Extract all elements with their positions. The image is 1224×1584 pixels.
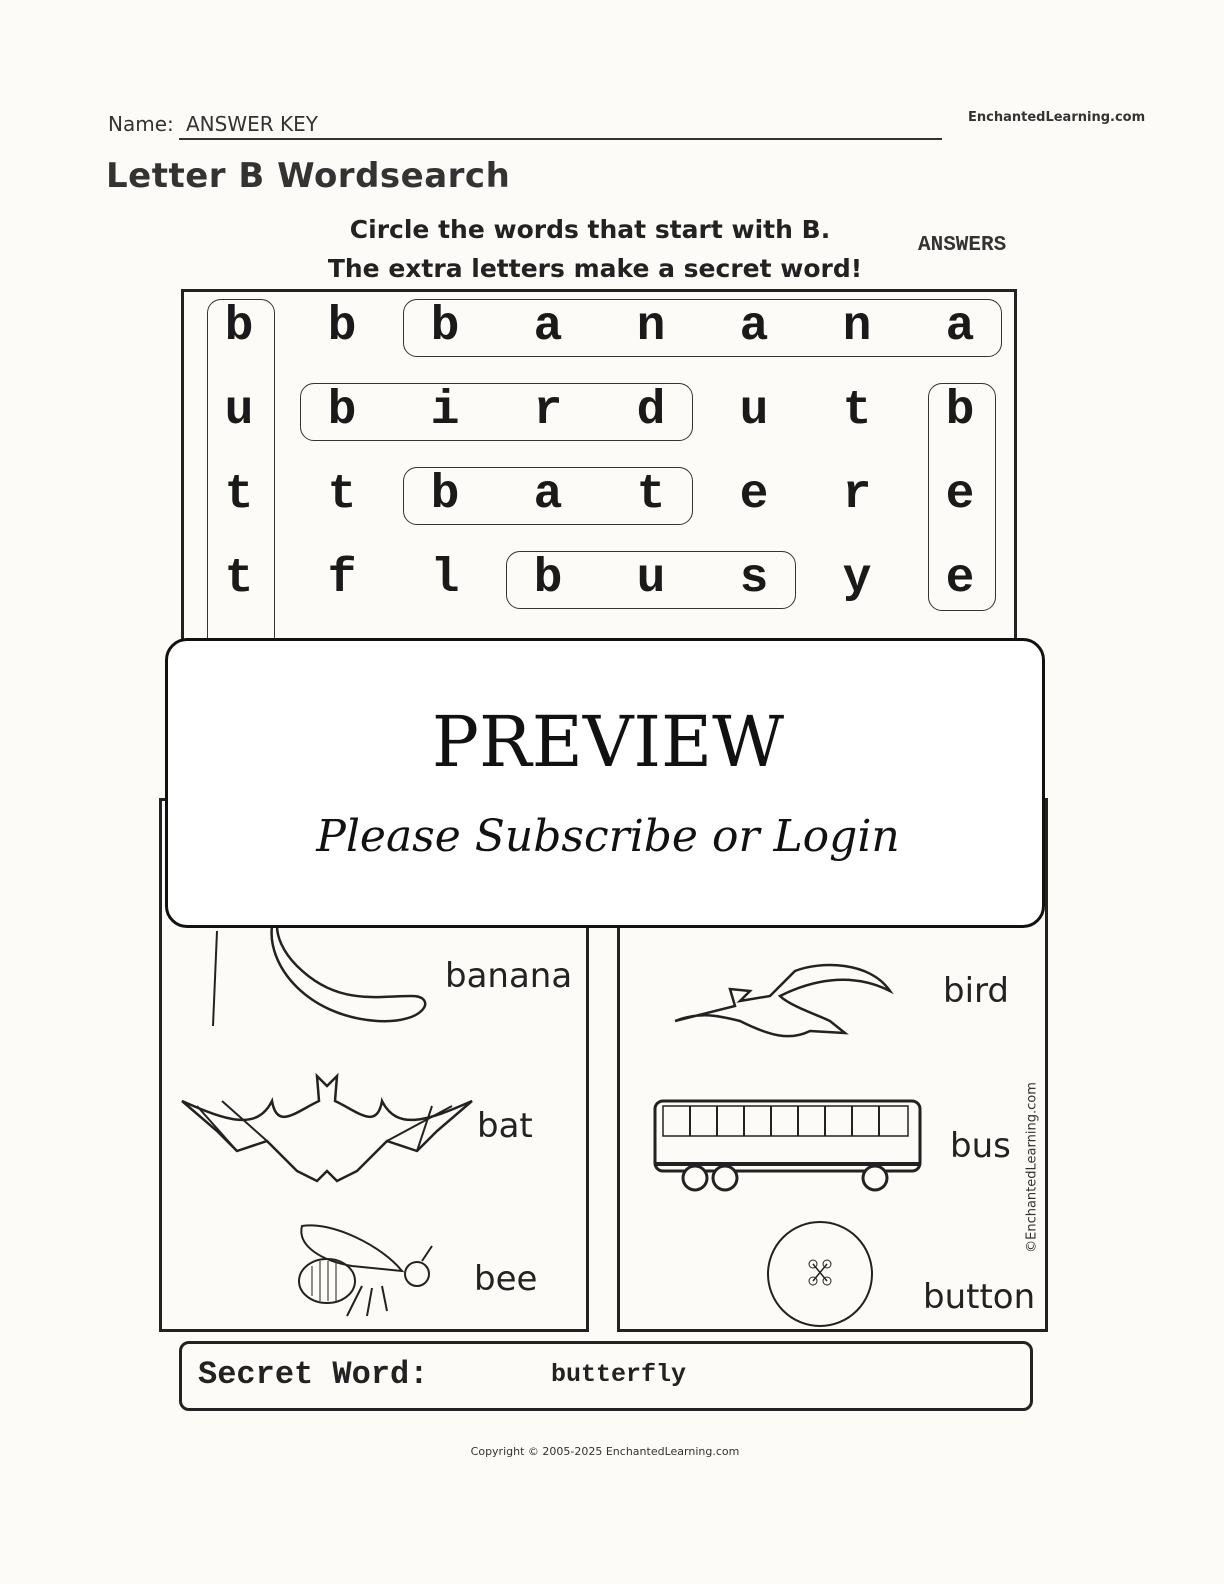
bat-icon	[181, 1072, 473, 1183]
bird-icon	[674, 963, 894, 1038]
grid-letter[interactable]: l	[405, 549, 485, 609]
page-title: Letter B Wordsearch	[106, 156, 511, 196]
bee-icon	[298, 1224, 433, 1317]
circled-word-bird	[300, 383, 693, 441]
banana-icon	[212, 926, 427, 1027]
name-label: Name:	[108, 112, 174, 136]
subscribe-login-link[interactable]: Please Subscribe or Login	[168, 811, 1048, 862]
picture-label-banana: banana	[445, 956, 573, 996]
secret-word-value: butterfly	[551, 1360, 687, 1389]
picture-label-button: button	[923, 1277, 1036, 1317]
name-underline	[179, 138, 942, 140]
grid-letter[interactable]: t	[817, 381, 897, 441]
button-icon	[767, 1221, 873, 1327]
grid-letter[interactable]: e	[714, 465, 794, 525]
vertical-credit: ©EnchantedLearning.com	[1024, 1082, 1040, 1253]
grid-letter[interactable]: f	[302, 549, 382, 609]
preview-overlay[interactable]: PREVIEW Please Subscribe or Login	[165, 638, 1045, 928]
grid-letter[interactable]: y	[817, 549, 897, 609]
circled-word-bus	[506, 551, 796, 609]
answers-label: ANSWERS	[918, 234, 1007, 257]
picture-label-bat: bat	[477, 1106, 533, 1146]
bus-icon	[653, 1099, 922, 1192]
grid-letter[interactable]: r	[817, 465, 897, 525]
picture-label-bird: bird	[943, 971, 1009, 1011]
picture-label-bee: bee	[474, 1259, 538, 1299]
site-brand-link[interactable]: EnchantedLearning.com	[968, 110, 1145, 125]
circled-word-banana	[403, 299, 1002, 357]
grid-letter[interactable]: u	[714, 381, 794, 441]
wordsearch-grid: bbbananaubirdutbttbateretflbusye	[181, 289, 1017, 779]
grid-letter[interactable]: t	[302, 465, 382, 525]
circled-word-bee	[928, 383, 996, 611]
copyright: Copyright © 2005-2025 EnchantedLearning.…	[470, 1445, 740, 1458]
picture-label-bus: bus	[950, 1126, 1011, 1166]
preview-title: PREVIEW	[431, 701, 785, 783]
instruction-line-2: The extra letters make a secret word!	[327, 254, 863, 283]
name-field[interactable]: ANSWER KEY	[186, 112, 318, 136]
secret-word-label: Secret Word:	[198, 1356, 429, 1393]
grid-letter[interactable]: b	[302, 297, 382, 357]
circled-word-bat	[403, 467, 693, 525]
